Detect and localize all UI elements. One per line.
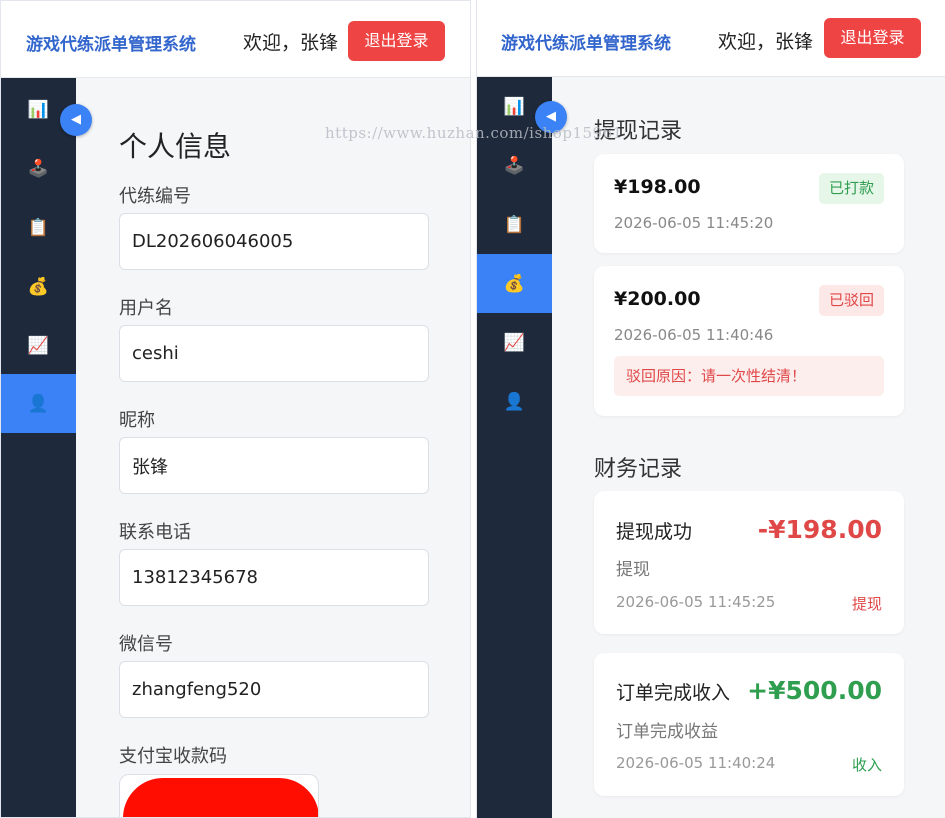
field-label-alipay-qr: 支付宝收款码 [119,746,227,767]
clipboard-icon: 📋 [27,217,50,238]
sidebar-item-orders[interactable]: 📋 [477,195,552,254]
top-header: 游戏代练派单管理系统 欢迎，张锋 退出登录 [477,0,945,77]
nickname-field[interactable] [119,437,429,494]
sidebar-item-games[interactable]: 🕹️ [1,139,76,198]
alipay-qr-upload[interactable] [119,774,319,817]
sidebar-item-stats[interactable]: 📈 [1,316,76,375]
sidebar-item-finance[interactable]: 💰 [477,254,552,313]
username-field[interactable] [119,325,429,382]
brand-title: 游戏代练派单管理系统 [26,35,196,55]
field-label-nickname: 昵称 [119,410,155,431]
finance-type: 收入 [851,756,882,774]
finance-time: 2026-06-05 11:40:24 [616,754,776,772]
finance-title: 订单完成收入 [616,682,731,704]
logout-button[interactable]: 退出登录 [824,18,921,58]
reject-reason: 驳回原因：请一次性结清！ [614,356,884,396]
field-label-username: 用户名 [119,298,173,319]
clipboard-icon: 📋 [503,214,526,235]
welcome-text: 欢迎，张锋 [243,32,339,54]
withdrawal-time: 2026-06-05 11:40:46 [614,326,774,344]
page-title: 个人信息 [119,130,232,163]
profile-content: 个人信息 代练编号 用户名 昵称 联系电话 微信号 支付宝收款码 [76,78,470,817]
wechat-field[interactable] [119,661,429,718]
money-bag-icon: 💰 [27,276,50,297]
finance-content: 提现记录 ¥198.00 已打款 2026-06-05 11:45:20 ¥20… [552,77,945,818]
watermark-text: https://www.huzhan.com/ishop15961 [325,124,623,142]
finance-type: 提现 [851,595,882,613]
sidebar-item-profile[interactable]: 👤 [477,372,552,431]
player-id-field[interactable] [119,213,429,270]
finance-desc: 订单完成收益 [616,722,718,742]
chart-icon: 📊 [27,99,50,120]
sidebar: 📊 🕹️ 📋 💰 📈 👤 [1,78,76,817]
phone-field[interactable] [119,549,429,606]
trend-chart-icon: 📈 [503,332,526,353]
user-icon: 👤 [27,393,50,414]
brand-title: 游戏代练派单管理系统 [501,34,671,54]
logout-button[interactable]: 退出登录 [348,21,445,61]
finance-title: 提现成功 [616,521,693,543]
finance-panel: 游戏代练派单管理系统 欢迎，张锋 退出登录 📊 🕹️ 📋 💰 📈 👤 ◀ 提现记… [476,0,945,818]
field-label-player-id: 代练编号 [119,186,191,207]
joystick-icon: 🕹️ [27,158,50,179]
sidebar-item-orders[interactable]: 📋 [1,198,76,257]
welcome-text: 欢迎，张锋 [718,31,814,53]
top-header: 游戏代练派单管理系统 欢迎，张锋 退出登录 [1,1,470,78]
finance-card: 提现成功 -¥198.00 提现 2026-06-05 11:45:25 提现 [594,491,904,634]
sidebar: 📊 🕹️ 📋 💰 📈 👤 [477,77,552,818]
trend-chart-icon: 📈 [27,335,50,356]
finance-desc: 提现 [616,560,650,580]
chart-icon: 📊 [503,96,526,117]
profile-panel: 游戏代练派单管理系统 欢迎，张锋 退出登录 📊 🕹️ 📋 💰 📈 👤 ◀ 个人信… [0,0,471,818]
joystick-icon: 🕹️ [503,155,526,176]
withdrawal-time: 2026-06-05 11:45:20 [614,214,774,232]
withdrawal-amount: ¥200.00 [614,288,701,310]
user-icon: 👤 [503,391,526,412]
withdrawal-amount: ¥198.00 [614,176,701,198]
field-label-wechat: 微信号 [119,634,173,655]
alipay-qr-image [123,778,318,817]
finance-amount: +¥500.00 [747,676,882,705]
finance-amount: -¥198.00 [757,515,882,544]
finance-card: 订单完成收入 +¥500.00 订单完成收益 2026-06-05 11:40:… [594,653,904,796]
status-badge: 已打款 [818,173,884,204]
sidebar-item-stats[interactable]: 📈 [477,313,552,372]
field-label-phone: 联系电话 [119,522,191,543]
finance-time: 2026-06-05 11:45:25 [616,593,776,611]
withdrawal-card: ¥200.00 已驳回 2026-06-05 11:40:46 驳回原因：请一次… [594,266,904,416]
sidebar-item-profile[interactable]: 👤 [1,374,76,433]
finance-records-title: 财务记录 [594,457,683,482]
sidebar-item-games[interactable]: 🕹️ [477,136,552,195]
sidebar-item-finance[interactable]: 💰 [1,257,76,316]
withdrawal-card: ¥198.00 已打款 2026-06-05 11:45:20 [594,154,904,253]
money-bag-icon: 💰 [503,273,526,294]
status-badge: 已驳回 [818,285,884,316]
